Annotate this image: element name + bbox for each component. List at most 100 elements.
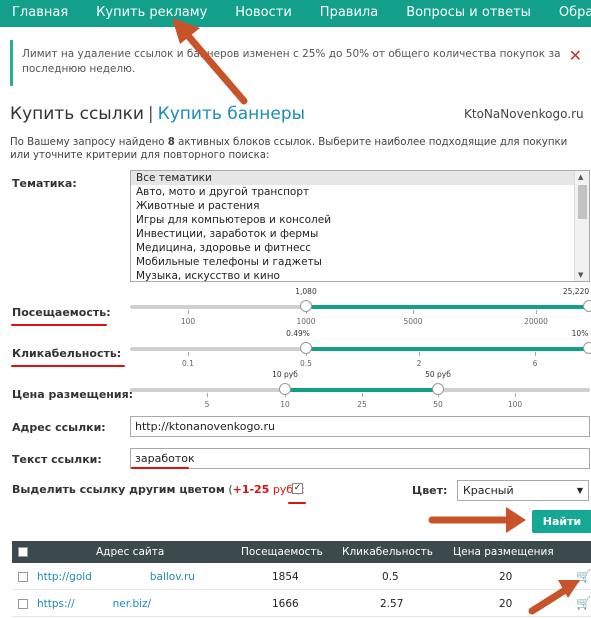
slider-tick xyxy=(515,393,516,397)
topic-option[interactable]: Игры для компьютеров и консолей xyxy=(131,213,589,227)
nav-item-faq[interactable]: Вопросы и ответы xyxy=(392,0,545,27)
ctr-cell: 2.57 xyxy=(380,598,404,610)
topic-option[interactable]: Все тематики xyxy=(131,171,589,185)
table-row: http://gold ballov.ru 1854 0.5 20 🛒 xyxy=(12,563,591,590)
annotation-underline xyxy=(288,502,306,504)
topic-option[interactable]: Животные и растения xyxy=(131,199,589,213)
price-cell: 20 xyxy=(499,598,513,610)
site-url-link[interactable]: https:// ner.biz/ xyxy=(37,598,151,610)
site-name: KtoNaNovenkogo.ru xyxy=(464,107,584,121)
column-header-traffic[interactable]: Посещаемость xyxy=(241,546,323,558)
slider-tick-label: 50 xyxy=(433,400,443,409)
slider-tick xyxy=(188,310,189,314)
row-checkbox[interactable] xyxy=(18,572,28,582)
cart-icon[interactable]: 🛒 xyxy=(576,569,591,583)
slider-handle-min[interactable] xyxy=(279,383,291,395)
site-url-link[interactable]: http://gold ballov.ru xyxy=(37,571,195,583)
nav-item-news[interactable]: Новости xyxy=(221,0,306,27)
slider-tick-label: 1000 xyxy=(296,317,316,326)
slider-handle-min[interactable] xyxy=(300,300,312,312)
top-navigation: Главная Купить рекламу Новости Правила В… xyxy=(0,0,591,27)
ctr-slider[interactable]: 0.1 0.5 2 6 0.49% 10% xyxy=(130,329,591,374)
scroll-thumb[interactable] xyxy=(578,185,587,219)
slider-value-min: 0.49% xyxy=(286,329,310,338)
intro-before: По Вашему запросу найдено xyxy=(10,137,168,148)
slider-tick-label: 5000 xyxy=(403,317,423,326)
slider-handle-max[interactable] xyxy=(432,383,444,395)
slider-value-min: 10 руб xyxy=(272,370,298,379)
traffic-cell: 1666 xyxy=(272,598,299,610)
topic-option[interactable]: Медицина, здоровье и фитнесс xyxy=(131,241,589,255)
notice-banner: Лимит на удаление ссылок и баннеров изме… xyxy=(10,40,588,86)
slider-tick-label: 10 xyxy=(280,400,290,409)
annotation-underline xyxy=(11,365,125,367)
table-header: Адрес сайта Посещаемость Кликабельность … xyxy=(12,541,591,563)
slider-tick xyxy=(413,310,414,314)
nav-item-home[interactable]: Главная xyxy=(0,0,82,27)
nav-item-feedback[interactable]: Обратн xyxy=(545,0,591,27)
color-selected-value: Красный xyxy=(463,484,514,497)
annotation-underline xyxy=(131,467,189,469)
find-button[interactable]: Найти xyxy=(532,510,591,533)
result-count: 8 xyxy=(167,137,175,148)
site-url-start: https:// xyxy=(37,598,75,610)
column-header-price[interactable]: Цена размещения xyxy=(453,546,554,558)
topic-listbox[interactable]: Все тематики Авто, мото и другой транспо… xyxy=(130,170,590,282)
row-checkbox[interactable] xyxy=(18,599,28,609)
price-cell: 20 xyxy=(499,571,513,583)
annotation-underline xyxy=(11,324,107,326)
highlight-paren-open: ( xyxy=(224,483,233,496)
search-result-info: По Вашему запросу найдено 8 активных бло… xyxy=(10,136,590,162)
ctr-cell: 0.5 xyxy=(382,571,399,583)
slider-handle-min[interactable] xyxy=(300,342,312,354)
site-url-start: http://gold xyxy=(37,571,92,583)
nav-item-rules[interactable]: Правила xyxy=(306,0,392,27)
notice-text: Лимит на удаление ссылок и баннеров изме… xyxy=(22,48,561,75)
slider-tick xyxy=(419,352,420,356)
topic-option[interactable]: Инвестиции, заработок и фермы xyxy=(131,227,589,241)
topic-option[interactable]: Музыка, искусство и кино xyxy=(131,269,589,281)
arrow-head xyxy=(506,507,526,533)
slider-range-fill xyxy=(306,347,590,351)
slider-tick xyxy=(188,352,189,356)
page-title: Купить ссылки | Купить баннеры xyxy=(10,104,305,124)
text-label: Текст ссылки: xyxy=(12,453,102,466)
topic-option[interactable]: Мобильные телефоны и гаджеты xyxy=(131,255,589,269)
cart-icon[interactable]: 🛒 xyxy=(576,596,591,610)
column-header-ctr[interactable]: Кликабельность xyxy=(342,546,433,558)
slider-value-min: 1,080 xyxy=(295,287,317,296)
traffic-slider[interactable]: 100 1000 5000 20000 1,080 25,220 xyxy=(130,287,591,332)
highlight-text: Выделить ссылку другим цветом xyxy=(12,483,225,496)
slider-tick xyxy=(536,310,537,314)
slider-tick-label: 100 xyxy=(180,317,196,326)
buy-banners-link[interactable]: Купить баннеры xyxy=(158,104,305,124)
link-url-input[interactable]: http://ktonanovenkogo.ru xyxy=(130,416,590,437)
scroll-down-icon[interactable]: ▼ xyxy=(578,271,583,279)
slider-tick xyxy=(207,393,208,397)
slider-handle-max[interactable] xyxy=(583,342,591,354)
slider-tick xyxy=(362,393,363,397)
column-header-url[interactable]: Адрес сайта xyxy=(96,546,164,558)
listbox-scrollbar[interactable]: ▲ ▼ xyxy=(574,171,589,281)
highlight-checkbox[interactable]: ✓ xyxy=(292,483,303,494)
slider-value-max: 50 руб xyxy=(425,370,451,379)
topic-option[interactable]: Авто, мото и другой транспорт xyxy=(131,185,589,199)
color-label: Цвет: xyxy=(412,484,448,497)
close-icon[interactable]: ✕ xyxy=(569,46,582,65)
slider-handle-max[interactable] xyxy=(583,300,591,312)
slider-range-fill xyxy=(285,388,438,392)
topic-label: Тематика: xyxy=(12,177,77,190)
nav-item-buy-ads[interactable]: Купить рекламу xyxy=(82,0,221,27)
color-select[interactable]: Красный ▼ xyxy=(457,480,589,501)
scroll-up-icon[interactable]: ▲ xyxy=(578,173,583,181)
price-slider[interactable]: 5 10 25 50 100 10 руб 50 руб xyxy=(130,370,590,415)
slider-value-max: 25,220 xyxy=(562,287,590,296)
buy-links-title: Купить ссылки xyxy=(10,104,144,124)
title-separator: | xyxy=(147,104,154,124)
slider-tick-label: 0.1 xyxy=(182,359,194,368)
table-row: https:// ner.biz/ 1666 2.57 20 🛒 xyxy=(12,590,591,617)
traffic-label: Посещаемость: xyxy=(12,306,111,319)
site-url-end: ner.biz/ xyxy=(112,598,152,610)
select-all-checkbox[interactable] xyxy=(18,547,28,557)
link-text-input[interactable]: заработок xyxy=(130,448,590,469)
